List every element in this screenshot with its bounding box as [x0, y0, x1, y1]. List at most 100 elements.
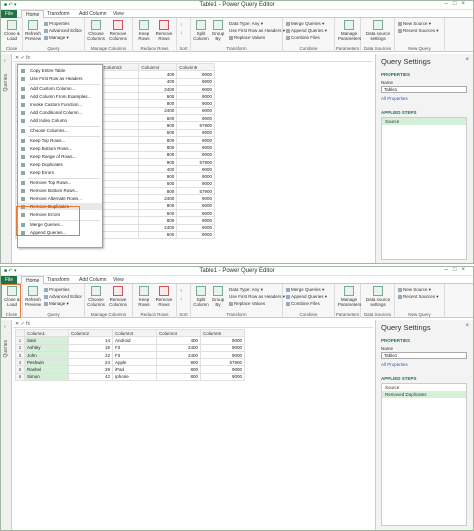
- table-cell[interactable]: 57900: [176, 121, 215, 130]
- table-cell[interactable]: [100, 70, 140, 79]
- new-source-button[interactable]: New Source ▾: [398, 287, 431, 293]
- table-row[interactable]: 5 Rashel 29 iPad 800 9000: [15, 365, 245, 374]
- close-load-button[interactable]: Close & Load: [3, 20, 21, 41]
- table-cell[interactable]: 42: [68, 372, 113, 382]
- keep-rows-button[interactable]: Keep Rows: [135, 20, 153, 41]
- table-cell[interactable]: 57900: [200, 358, 245, 367]
- table-cell[interactable]: 600: [138, 230, 178, 240]
- table-cell[interactable]: 22: [68, 350, 113, 360]
- table-cell[interactable]: [100, 208, 140, 218]
- context-menu-item[interactable]: Remove Bottom Rows...: [18, 187, 102, 194]
- table-cell[interactable]: 9000: [200, 365, 245, 374]
- first-row-headers-button[interactable]: Use First Row as Headers ▾: [229, 28, 285, 34]
- all-properties-link[interactable]: All Properties: [381, 362, 408, 367]
- table-cell[interactable]: [100, 114, 140, 123]
- column-header[interactable]: Column3: [100, 62, 140, 72]
- context-menu-item[interactable]: Keep Errors: [18, 169, 102, 176]
- replace-values-button[interactable]: Replace Values: [229, 35, 265, 40]
- combine-files-button[interactable]: Combine Files: [286, 301, 320, 306]
- table-row[interactable]: 2 Ashley 19 Fit 2400 9000: [15, 343, 245, 352]
- new-source-button[interactable]: New Source ▾: [398, 21, 431, 27]
- remove-rows-button[interactable]: Remove Rows: [155, 20, 173, 41]
- sort-descending-icon[interactable]: ↓: [180, 30, 182, 35]
- table-cell[interactable]: [100, 121, 140, 130]
- row-number[interactable]: 1: [15, 336, 25, 345]
- table-row[interactable]: 6 Simon 42 Iphone 800 9000: [15, 372, 245, 382]
- table-cell[interactable]: 9000: [176, 99, 215, 108]
- properties-button[interactable]: Properties: [44, 287, 70, 292]
- tab-add-column[interactable]: Add Column: [75, 10, 111, 18]
- replace-values-button[interactable]: Replace Values: [229, 301, 265, 306]
- table-cell[interactable]: 800: [138, 143, 178, 152]
- table-cell[interactable]: [100, 179, 140, 189]
- append-queries-button[interactable]: Append Queries ▾: [286, 294, 327, 300]
- table-cell[interactable]: 600: [138, 128, 178, 137]
- tab-view[interactable]: View: [109, 276, 128, 284]
- table-cell[interactable]: 9000: [176, 150, 215, 159]
- context-menu-item[interactable]: Keep Range of Rows...: [18, 153, 102, 160]
- table-cell[interactable]: [100, 157, 140, 167]
- manage-button[interactable]: Manage ▾: [44, 301, 69, 307]
- table-cell[interactable]: Simon: [24, 372, 69, 382]
- table-cell[interactable]: 57900: [176, 187, 215, 196]
- column-header[interactable]: Column1: [24, 328, 69, 338]
- split-column-button[interactable]: Split Column: [192, 286, 210, 307]
- step-source[interactable]: Source: [382, 384, 466, 391]
- chevron-right-icon[interactable]: ›: [4, 58, 6, 64]
- table-cell[interactable]: 9000: [176, 70, 215, 79]
- step-source[interactable]: Source: [382, 118, 466, 125]
- tab-view[interactable]: View: [109, 10, 128, 18]
- table-cell[interactable]: 9000: [200, 350, 245, 360]
- table-cell[interactable]: 9000: [176, 194, 215, 203]
- remove-columns-button[interactable]: Remove Columns: [109, 286, 127, 307]
- table-cell[interactable]: 9000: [176, 172, 215, 181]
- table-cell[interactable]: 2400: [138, 84, 178, 94]
- remove-rows-button[interactable]: Remove Rows: [155, 286, 173, 307]
- recent-sources-button[interactable]: Recent Sources ▾: [398, 294, 439, 300]
- table-cell[interactable]: Sam: [24, 336, 69, 345]
- table-cell[interactable]: 2400: [138, 106, 178, 116]
- table-cell[interactable]: Ashley: [24, 343, 69, 352]
- row-number[interactable]: 5: [15, 365, 25, 374]
- table-row[interactable]: 4 Peshwin 24 Apple 900 57900: [15, 358, 245, 367]
- table-cell[interactable]: 900: [138, 157, 178, 167]
- table-cell[interactable]: [100, 165, 140, 174]
- split-column-button[interactable]: Split Column: [192, 20, 210, 41]
- table-cell[interactable]: 9000: [200, 343, 245, 352]
- context-menu-item[interactable]: Keep Top Rows...: [18, 137, 102, 144]
- row-number[interactable]: 4: [15, 358, 25, 367]
- sort-ascending-icon[interactable]: ↑: [180, 288, 182, 293]
- table-cell[interactable]: John: [24, 350, 69, 360]
- formula-bar[interactable]: ✕ ✓ fx: [13, 55, 373, 62]
- table-row[interactable]: 3 John 22 Fit 2400 9000: [15, 350, 245, 360]
- context-menu-item[interactable]: Remove Alternate Rows...: [18, 195, 102, 202]
- close-icon[interactable]: ×: [465, 323, 469, 329]
- table-cell[interactable]: 9000: [176, 77, 215, 86]
- table-cell[interactable]: Fit: [112, 350, 157, 360]
- table-cell[interactable]: 800: [156, 365, 201, 374]
- table-cell[interactable]: 900: [156, 358, 201, 367]
- merge-queries-button[interactable]: Merge Queries ▾: [286, 287, 324, 293]
- table-cell[interactable]: 400: [138, 165, 178, 174]
- table-cell[interactable]: [100, 106, 140, 116]
- table-cell[interactable]: 800: [138, 201, 178, 210]
- window-controls[interactable]: –□×: [445, 1, 470, 7]
- table-cell[interactable]: 600: [138, 114, 178, 123]
- properties-button[interactable]: Properties: [44, 21, 70, 26]
- table-cell[interactable]: 600: [138, 179, 178, 189]
- context-menu-item[interactable]: Use First Row as Headers: [18, 75, 102, 82]
- table-cell[interactable]: [100, 135, 140, 145]
- table-cell[interactable]: 800: [138, 135, 178, 145]
- context-menu-item[interactable]: Keep Bottom Rows...: [18, 145, 102, 152]
- table-cell[interactable]: 400: [138, 77, 178, 86]
- table-cell[interactable]: 9000: [200, 336, 245, 345]
- table-cell[interactable]: 2400: [156, 343, 201, 352]
- table-cell[interactable]: Fit: [112, 343, 157, 352]
- context-menu-item[interactable]: Add Custom Column...: [18, 85, 102, 92]
- refresh-preview-button[interactable]: Refresh Preview: [24, 20, 42, 41]
- all-properties-link[interactable]: All Properties: [381, 96, 408, 101]
- table-cell[interactable]: 9000: [176, 106, 215, 116]
- row-number[interactable]: 6: [15, 372, 25, 382]
- table-cell[interactable]: [100, 99, 140, 108]
- refresh-preview-button[interactable]: Refresh Preview: [24, 286, 42, 307]
